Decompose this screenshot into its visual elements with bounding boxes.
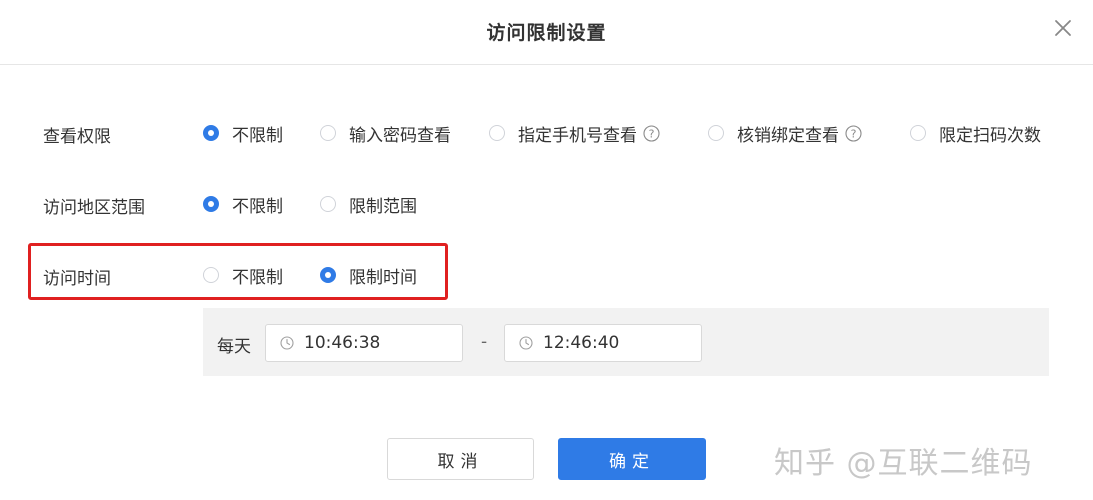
- time-separator: -: [481, 332, 488, 352]
- radio-label: 不限制: [232, 196, 283, 217]
- radio-unchecked-icon: [203, 267, 219, 283]
- view-permission-option-unlimited[interactable]: 不限制: [203, 122, 283, 146]
- end-time-input[interactable]: 12:46:40: [504, 324, 702, 362]
- view-permission-option-verify-bind[interactable]: 核销绑定查看 ?: [708, 122, 862, 146]
- region-option-unlimited[interactable]: 不限制: [203, 193, 283, 217]
- radio-unchecked-icon: [320, 125, 336, 141]
- radio-unchecked-icon: [910, 125, 926, 141]
- region-label: 访问地区范围: [43, 198, 145, 218]
- access-restriction-dialog: 访问限制设置 查看权限 不限制 输入密码查看 指定手机号查看 ? 核销绑定查看 …: [0, 0, 1093, 500]
- time-range-panel: 每天 10:46:38 - 12:46:40: [203, 308, 1049, 376]
- radio-checked-icon: [203, 125, 219, 141]
- radio-label: 限定扫码次数: [939, 125, 1041, 146]
- close-button[interactable]: [1051, 16, 1075, 40]
- svg-text:?: ?: [649, 127, 655, 140]
- close-icon: [1051, 16, 1075, 40]
- cancel-button[interactable]: 取消: [387, 438, 534, 480]
- confirm-button[interactable]: 确定: [558, 438, 706, 480]
- radio-label: 输入密码查看: [349, 125, 451, 146]
- view-permission-label: 查看权限: [43, 127, 111, 147]
- view-permission-option-scan-limit[interactable]: 限定扫码次数: [910, 122, 1041, 146]
- radio-label: 限制范围: [349, 196, 417, 217]
- radio-label: 指定手机号查看: [518, 125, 637, 146]
- radio-unchecked-icon: [489, 125, 505, 141]
- view-permission-option-password[interactable]: 输入密码查看: [320, 122, 451, 146]
- radio-checked-icon: [203, 196, 219, 212]
- access-time-option-limited[interactable]: 限制时间: [320, 264, 417, 288]
- region-row: 访问地区范围 不限制 限制范围: [0, 189, 1093, 219]
- radio-label: 不限制: [232, 125, 283, 146]
- radio-unchecked-icon: [708, 125, 724, 141]
- access-time-option-unlimited[interactable]: 不限制: [203, 264, 283, 288]
- radio-unchecked-icon: [320, 196, 336, 212]
- radio-label: 限制时间: [349, 267, 417, 288]
- watermark: 知乎 @互联二维码: [774, 446, 1033, 481]
- question-circle-icon[interactable]: ?: [643, 124, 660, 142]
- view-permission-row: 查看权限 不限制 输入密码查看 指定手机号查看 ? 核销绑定查看 ? 限定扫码次…: [0, 118, 1093, 148]
- end-time-value: 12:46:40: [543, 333, 620, 353]
- question-circle-icon[interactable]: ?: [845, 124, 862, 142]
- svg-text:?: ?: [851, 127, 857, 140]
- view-permission-option-phone[interactable]: 指定手机号查看 ?: [489, 122, 660, 146]
- radio-checked-icon: [320, 267, 336, 283]
- clock-icon: [280, 336, 294, 350]
- dialog-title: 访问限制设置: [486, 22, 607, 44]
- access-time-label: 访问时间: [43, 269, 111, 289]
- radio-label: 核销绑定查看: [737, 125, 839, 146]
- dialog-header: 访问限制设置: [0, 0, 1093, 65]
- region-option-limited[interactable]: 限制范围: [320, 193, 417, 217]
- clock-icon: [519, 336, 533, 350]
- radio-label: 不限制: [232, 267, 283, 288]
- time-period-label: 每天: [217, 337, 251, 357]
- access-time-row: 访问时间 不限制 限制时间: [0, 260, 1093, 290]
- start-time-input[interactable]: 10:46:38: [265, 324, 463, 362]
- start-time-value: 10:46:38: [304, 333, 381, 353]
